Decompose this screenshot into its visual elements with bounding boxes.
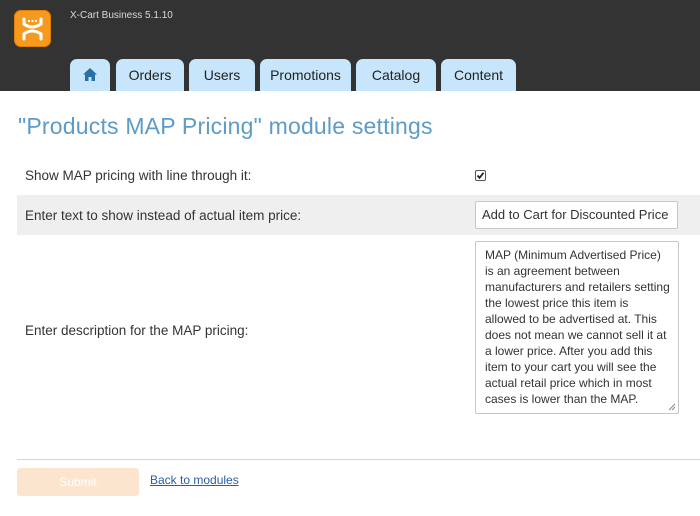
- tab-home[interactable]: [70, 59, 110, 91]
- tab-users[interactable]: Users: [189, 59, 255, 91]
- checkmark-icon: [476, 172, 485, 180]
- tab-orders[interactable]: Orders: [116, 59, 184, 91]
- submit-button[interactable]: Submit: [17, 468, 139, 496]
- map-description-textarea[interactable]: MAP (Minimum Advertised Price) is an agr…: [475, 241, 679, 414]
- replacement-text-input[interactable]: Add to Cart for Discounted Price: [475, 201, 678, 229]
- tab-content[interactable]: Content: [441, 59, 516, 91]
- top-header: X-Cart Business 5.1.10 Orders Users Prom…: [0, 0, 700, 91]
- map-linethrough-checkbox[interactable]: [475, 170, 486, 181]
- setting-label: Enter description for the MAP pricing:: [25, 323, 249, 338]
- setting-label: Show MAP pricing with line through it:: [25, 168, 252, 183]
- footer-divider: [17, 459, 700, 460]
- textarea-value: MAP (Minimum Advertised Price) is an agr…: [485, 248, 670, 406]
- setting-row-map-linethrough: Show MAP pricing with line through it:: [17, 155, 700, 195]
- xcart-logo-icon[interactable]: [14, 10, 51, 47]
- app-title: X-Cart Business 5.1.10: [70, 10, 173, 21]
- tab-promotions[interactable]: Promotions: [260, 59, 351, 91]
- back-to-modules-link[interactable]: Back to modules: [150, 473, 239, 487]
- page-title: "Products MAP Pricing" module settings: [18, 113, 433, 139]
- setting-row-map-description: Enter description for the MAP pricing: M…: [17, 235, 700, 423]
- tab-catalog[interactable]: Catalog: [356, 59, 436, 91]
- home-icon: [83, 68, 97, 81]
- setting-label: Enter text to show instead of actual ite…: [25, 208, 302, 223]
- resize-handle-icon[interactable]: [668, 403, 676, 411]
- setting-row-replacement-text: Enter text to show instead of actual ite…: [17, 195, 700, 235]
